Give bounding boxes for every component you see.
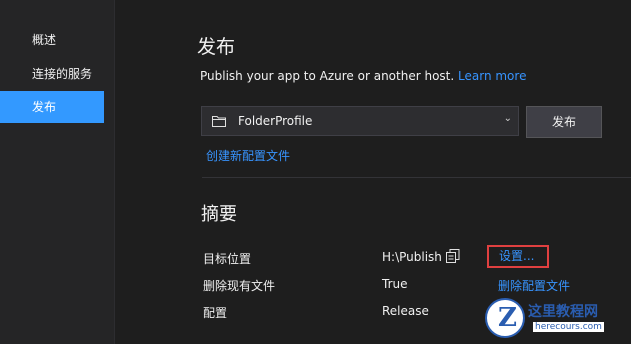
target-location-value: H:\Publish (382, 250, 442, 264)
profile-name: FolderProfile (238, 114, 313, 128)
publish-profile-dropdown[interactable]: FolderProfile ⌄ (201, 106, 519, 136)
watermark-title: 这里教程网 (528, 304, 598, 320)
target-location-label: 目标位置 (203, 252, 252, 266)
watermark-logo: Z (485, 298, 525, 338)
watermark-z-icon: Z (498, 303, 517, 333)
learn-more-link[interactable]: Learn more (458, 69, 526, 83)
page-title: 发布 (197, 36, 236, 58)
watermark-url: herecours.com (533, 322, 604, 332)
sidebar-item-overview[interactable]: 概述 (0, 24, 104, 56)
settings-link[interactable]: 设置... (487, 245, 549, 268)
copy-icon[interactable] (446, 249, 460, 263)
sidebar: 概述 连接的服务 发布 (0, 0, 114, 344)
delete-profile-link[interactable]: 删除配置文件 (498, 277, 570, 294)
page-subtitle: Publish your app to Azure or another hos… (200, 69, 526, 83)
folder-icon (212, 116, 226, 127)
divider (202, 177, 631, 178)
publish-button[interactable]: 发布 (526, 106, 602, 138)
delete-existing-files-label: 删除现有文件 (203, 279, 276, 293)
chevron-down-icon: ⌄ (503, 113, 512, 124)
configuration-label: 配置 (203, 306, 228, 320)
sidebar-item-publish[interactable]: 发布 (0, 91, 104, 123)
configuration-value: Release (382, 304, 429, 318)
sidebar-item-connected-services[interactable]: 连接的服务 (0, 58, 104, 90)
summary-title: 摘要 (201, 204, 237, 225)
create-profile-link[interactable]: 创建新配置文件 (206, 147, 290, 164)
subtitle-text: Publish your app to Azure or another hos… (200, 69, 455, 83)
delete-existing-files-value: True (382, 277, 408, 291)
main-panel: 发布 Publish your app to Azure or another … (114, 0, 631, 344)
